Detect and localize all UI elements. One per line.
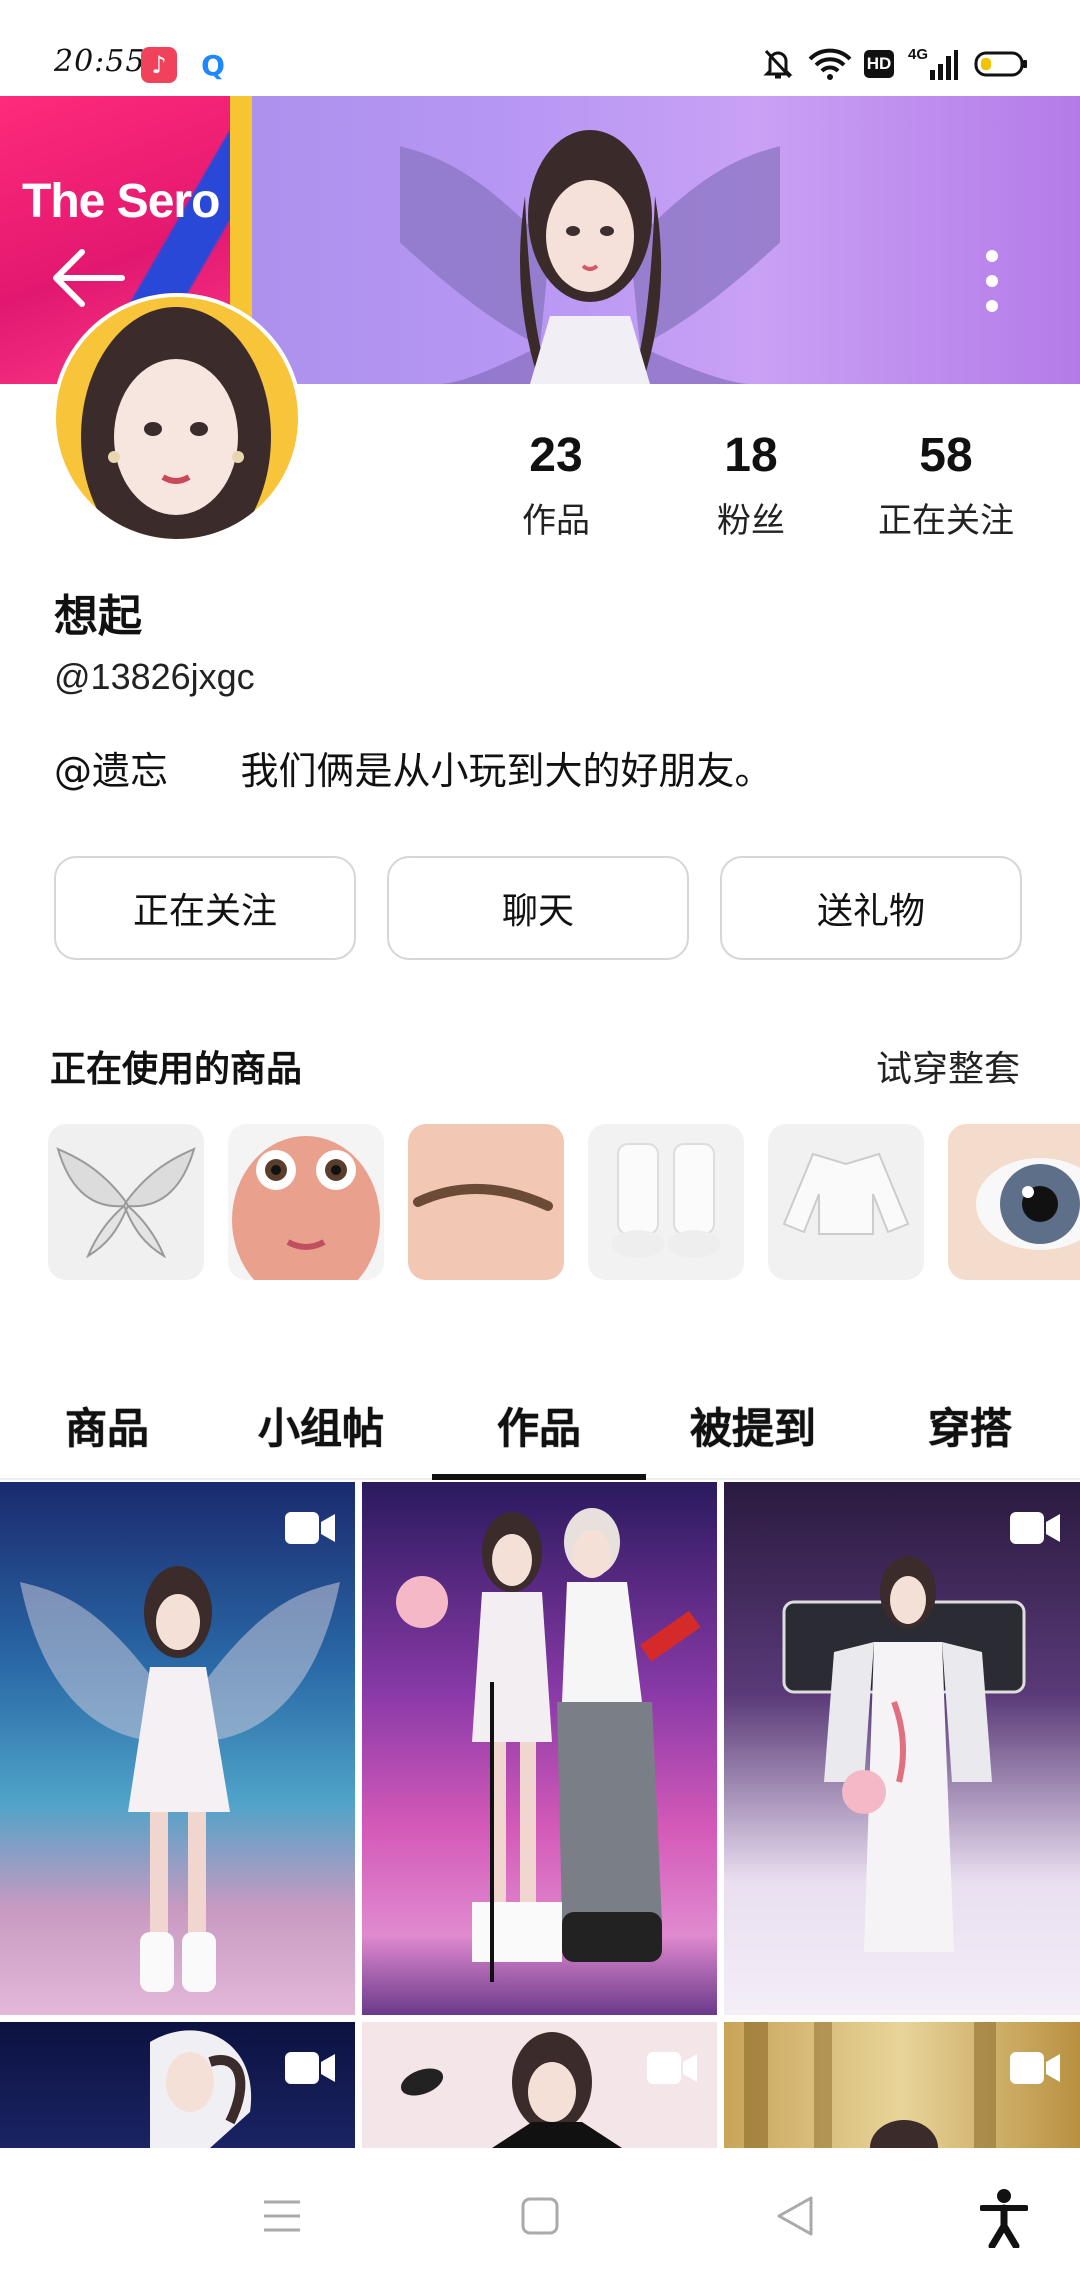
stat-works-value: 23 bbox=[529, 429, 583, 482]
stat-following[interactable]: 58 正在关注 bbox=[856, 428, 1036, 542]
stat-following-label: 正在关注 bbox=[878, 501, 1014, 541]
work-thumbnail[interactable] bbox=[362, 1482, 717, 2015]
hd-icon: HD bbox=[862, 46, 896, 82]
video-icon bbox=[647, 2050, 697, 2086]
stat-works-label: 作品 bbox=[522, 501, 590, 541]
stat-fans[interactable]: 18 粉丝 bbox=[661, 428, 841, 542]
home-icon[interactable] bbox=[520, 2196, 560, 2240]
stat-works[interactable]: 23 作品 bbox=[466, 428, 646, 542]
send-gift-button[interactable]: 送礼物 bbox=[720, 856, 1022, 960]
try-on-all-link[interactable]: 试穿整套 bbox=[876, 1040, 1020, 1092]
menu-icon[interactable] bbox=[262, 2198, 302, 2238]
stat-fans-value: 18 bbox=[724, 429, 778, 482]
stat-following-value: 58 bbox=[919, 429, 973, 482]
system-nav-bar bbox=[0, 2148, 1080, 2280]
item-face[interactable] bbox=[228, 1124, 384, 1280]
4g-signal-icon: 4G bbox=[908, 46, 958, 82]
video-icon bbox=[1010, 1510, 1060, 1546]
following-button[interactable]: 正在关注 bbox=[54, 856, 356, 960]
tab-works[interactable]: 作品 bbox=[497, 1395, 581, 1456]
back-icon[interactable] bbox=[775, 2194, 815, 2242]
battery-icon bbox=[974, 46, 1028, 82]
status-bar: 20:55 ♪ Q HD 4G bbox=[0, 0, 1080, 96]
tab-outfits[interactable]: 穿搭 bbox=[928, 1395, 1012, 1456]
search-app-icon: Q bbox=[195, 47, 231, 83]
tab-group-posts[interactable]: 小组帖 bbox=[258, 1395, 384, 1456]
video-icon bbox=[1010, 2050, 1060, 2086]
music-app-icon: ♪ bbox=[141, 47, 177, 83]
avatar[interactable] bbox=[52, 293, 302, 543]
tab-products[interactable]: 商品 bbox=[65, 1395, 149, 1456]
tab-mentioned[interactable]: 被提到 bbox=[690, 1395, 816, 1456]
item-eyebrow[interactable] bbox=[408, 1124, 564, 1280]
video-icon bbox=[285, 2050, 335, 2086]
work-thumbnail[interactable] bbox=[0, 1482, 355, 2015]
item-eye[interactable] bbox=[948, 1124, 1080, 1280]
accessibility-icon[interactable] bbox=[979, 2188, 1029, 2252]
status-time: 20:55 bbox=[54, 44, 146, 79]
active-tab-indicator bbox=[432, 1474, 646, 1480]
back-button[interactable] bbox=[50, 246, 126, 310]
more-options-button[interactable] bbox=[972, 246, 1012, 316]
banner-brand-text: The Sero bbox=[22, 175, 220, 228]
chat-button[interactable]: 聊天 bbox=[387, 856, 689, 960]
item-boots[interactable] bbox=[588, 1124, 744, 1280]
work-thumbnail[interactable] bbox=[362, 2022, 717, 2148]
wifi-icon bbox=[808, 46, 852, 82]
item-wings[interactable] bbox=[48, 1124, 204, 1280]
profile-user-id: @13826jxgc bbox=[54, 656, 255, 697]
banner-character-image bbox=[400, 130, 780, 384]
items-in-use-title: 正在使用的商品 bbox=[50, 1049, 303, 1090]
work-thumbnail[interactable] bbox=[724, 1482, 1080, 2015]
mute-icon bbox=[760, 46, 796, 82]
item-jacket[interactable] bbox=[768, 1124, 924, 1280]
profile-bio: @遗忘 我们俩是从小玩到大的好朋友。 bbox=[54, 749, 773, 793]
profile-nickname: 想起 bbox=[54, 591, 142, 642]
work-thumbnail[interactable] bbox=[724, 2022, 1080, 2148]
video-icon bbox=[285, 1510, 335, 1546]
stat-fans-label: 粉丝 bbox=[717, 501, 785, 541]
work-thumbnail[interactable] bbox=[0, 2022, 355, 2148]
